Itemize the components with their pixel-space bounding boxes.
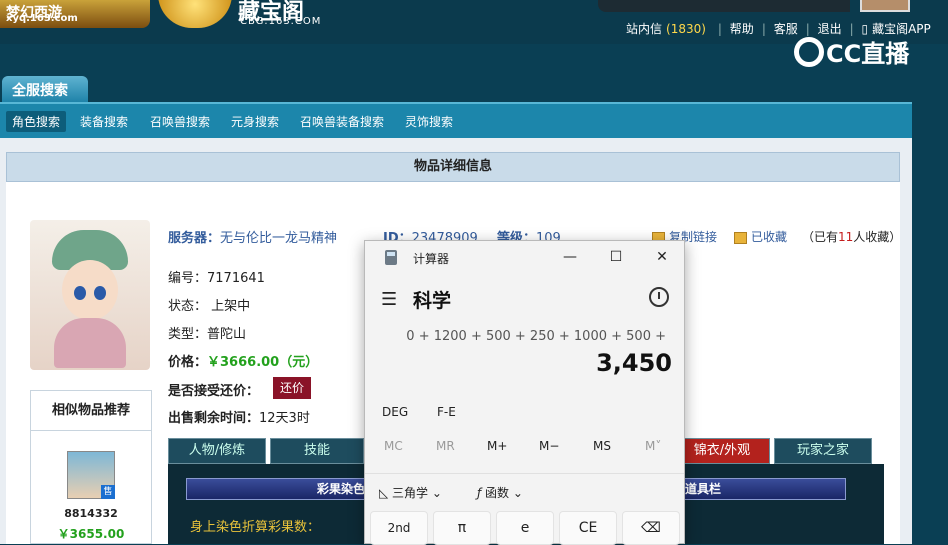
inventory-section-header: 道具栏 [684, 478, 846, 500]
similar-items-box: 相似物品推荐 售 8814332 ￥3655.00 [30, 390, 152, 544]
trig-icon: ◺ [379, 486, 393, 500]
time-label: 出售剩余时间： [168, 411, 260, 426]
game-logo[interactable]: 梦幻西游 xyq.163.com [0, 0, 150, 28]
minimize-button[interactable]: — [559, 247, 581, 267]
mail-label: 站内信 [626, 22, 663, 36]
nav-pet-equip-search[interactable]: 召唤兽装备搜索 [300, 113, 384, 130]
divider [365, 473, 684, 474]
similar-item-price: ￥3655.00 [57, 527, 125, 541]
chevron-down-icon: ⌄ [509, 486, 523, 500]
price-label: 价格： [168, 355, 208, 370]
backspace-key[interactable]: ⌫ [622, 511, 680, 545]
calculator-window: 计算器 — ☐ ✕ ☰ 科学 0 + 1200 + 500 + 250 + 10… [364, 240, 685, 545]
top-header: 梦幻西游 xyq.163.com 藏宝阁 CBG.163.COM 站内信 (1830… [0, 0, 948, 68]
nav-yuanshen-search[interactable]: 元身搜索 [231, 113, 279, 130]
item-status: 状态： 上架中 [168, 299, 251, 314]
portrait-face [62, 260, 118, 320]
e-key[interactable]: e [496, 511, 554, 545]
nav-role-search[interactable]: 角色搜索 [6, 111, 67, 132]
price-value: ￥3666.00（元） [207, 355, 319, 370]
favorite-icon [734, 231, 747, 244]
mail-link[interactable]: 站内信 (1830) [626, 22, 710, 36]
avatar[interactable] [860, 0, 910, 12]
similar-items-title: 相似物品推荐 [31, 391, 151, 431]
memory-add-button[interactable]: M+ [487, 439, 507, 453]
memory-store-button[interactable]: MS [593, 439, 611, 453]
counter-offer-button[interactable]: 还价 [273, 377, 311, 399]
second-function-key[interactable]: 2nd [370, 511, 428, 545]
game-logo-sub: xyq.163.com [6, 13, 78, 24]
calculator-mode: 科学 [413, 290, 452, 312]
calculator-app-icon [385, 250, 397, 265]
chevron-down-icon: ⌄ [428, 486, 442, 500]
user-info-box [598, 0, 850, 12]
function-dropdown[interactable]: ƒ 函数 ⌄ [477, 484, 523, 501]
coin-logo-icon [158, 0, 232, 28]
maximize-button[interactable]: ☐ [605, 247, 627, 267]
dye-fruit-label: 身上染色折算彩果数： [190, 520, 321, 535]
fav-count-number: 11 [838, 230, 854, 244]
counter-label-text: 是否接受还价： [168, 384, 260, 399]
item-price: 价格：￥3666.00（元） [168, 351, 318, 370]
favorite-count: （已有11人收藏） [802, 228, 901, 245]
server-value: 无与伦比一龙马精神 [220, 231, 338, 246]
similar-item-id[interactable]: 8814332 [31, 507, 151, 520]
memory-recall-button[interactable]: MR [436, 439, 455, 453]
help-link[interactable]: 帮助 [730, 22, 754, 36]
function-label: 函数 [485, 486, 510, 500]
deg-toggle[interactable]: DEG [382, 405, 408, 419]
fe-toggle[interactable]: F-E [437, 405, 456, 419]
cc-logo-icon [794, 37, 824, 67]
portrait-eye [74, 286, 86, 300]
cbg-logo-sub: CBG.163.COM [240, 16, 322, 27]
favorite-button[interactable]: 已收藏 [734, 228, 787, 245]
server-info: 服务器：无与伦比一龙马精神 [168, 227, 337, 246]
nav-lingshi-search[interactable]: 灵饰搜索 [405, 113, 453, 130]
counter-offer-label: 是否接受还价： [168, 380, 259, 399]
fav-suffix: 人收藏） [853, 230, 902, 244]
calculator-result: 3,450 [596, 349, 672, 377]
tab-skills[interactable]: 技能 [270, 438, 364, 464]
calculator-title: 计算器 [413, 252, 450, 266]
tab-outfit-appearance[interactable]: 锦衣/外观 [674, 438, 770, 464]
server-label: 服务器： [168, 231, 221, 246]
character-portrait[interactable] [30, 220, 150, 370]
trig-label: 三角学 [392, 486, 429, 500]
sale-badge: 售 [101, 485, 115, 499]
search-nav: 角色搜索 装备搜索 召唤兽搜索 元身搜索 召唤兽装备搜索 灵饰搜索 [0, 102, 912, 138]
dye-section-header: 彩果染色 [186, 478, 366, 500]
time-value: 12天3时 [259, 411, 310, 426]
hamburger-menu-icon[interactable]: ☰ [381, 289, 397, 310]
memory-clear-button[interactable]: MC [384, 439, 403, 453]
portrait-eye [94, 286, 106, 300]
memory-list-button[interactable]: M˅ [645, 439, 661, 453]
calculator-expression: 0 + 1200 + 500 + 250 + 1000 + 500 + [406, 329, 666, 344]
calculator-titlebar[interactable]: 计算器 — ☐ ✕ [365, 241, 684, 273]
divider: | [717, 22, 722, 36]
function-icon: ƒ [477, 486, 486, 500]
trig-dropdown[interactable]: ◺ 三角学 ⌄ [379, 484, 442, 501]
tab-all-server-search[interactable]: 全服搜索 [2, 76, 88, 104]
panel-title: 物品详细信息 [6, 152, 900, 182]
cc-watermark-text: CC直播 [826, 40, 910, 68]
nav-equip-search[interactable]: 装备搜索 [80, 113, 128, 130]
fav-prefix: （已有 [802, 230, 839, 244]
memory-subtract-button[interactable]: M− [539, 439, 559, 453]
item-number: 编号：7171641 [168, 271, 265, 286]
divider: | [761, 22, 766, 36]
mail-count: (1830) [666, 22, 706, 36]
history-icon[interactable] [649, 287, 669, 307]
clear-entry-key[interactable]: CE [559, 511, 617, 545]
close-button[interactable]: ✕ [651, 247, 673, 267]
time-remaining: 出售剩余时间：12天3时 [168, 407, 310, 426]
favorite-label: 已收藏 [751, 230, 788, 244]
tab-character-cultivation[interactable]: 人物/修炼 [168, 438, 266, 464]
portrait-body [54, 318, 126, 368]
tab-player-home[interactable]: 玩家之家 [774, 438, 872, 464]
item-type: 类型：普陀山 [168, 327, 247, 342]
pi-key[interactable]: π [433, 511, 491, 545]
nav-pet-search[interactable]: 召唤兽搜索 [150, 113, 210, 130]
cc-watermark: CC直播 [794, 34, 909, 70]
